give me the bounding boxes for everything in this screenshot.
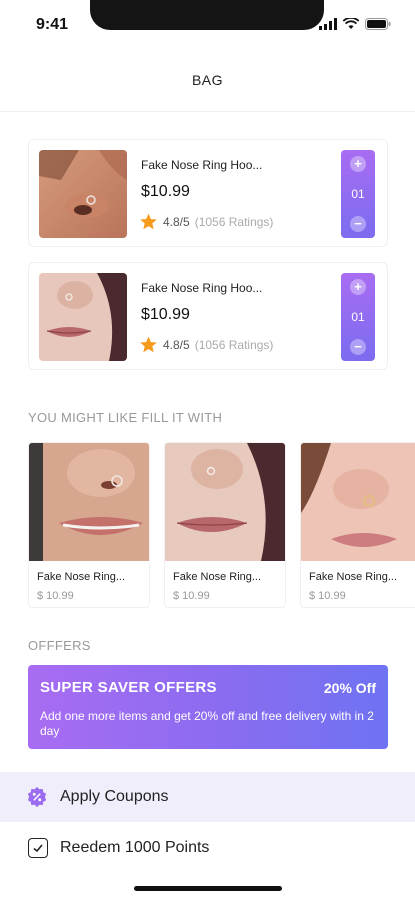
signal-icon <box>319 18 337 30</box>
suggested-product-price: $ 10.99 <box>309 590 346 602</box>
decrease-quantity-button[interactable]: − <box>350 216 366 232</box>
coupon-badge-icon <box>27 786 47 808</box>
product-title: Fake Nose Ring Hoo... <box>141 281 263 295</box>
cart-item[interactable]: Fake Nose Ring Hoo... $10.99 4.8/5 (1056… <box>28 262 388 370</box>
suggested-product-image <box>29 443 149 561</box>
status-bar: 9:41 <box>0 0 415 48</box>
rating-value: 4.8/5 <box>163 337 190 352</box>
offer-description: Add one more items and get 20% off and f… <box>40 709 374 738</box>
apply-coupons-label: Apply Coupons <box>60 788 169 805</box>
product-price: $10.99 <box>141 306 190 323</box>
suggested-product-price: $ 10.99 <box>173 590 210 602</box>
product-rating: 4.8/5 (1056 Ratings) <box>139 212 273 231</box>
decrease-quantity-button[interactable]: − <box>350 339 366 355</box>
suggestions-heading: YOU MIGHT LIKE FILL IT WITH <box>28 410 223 425</box>
suggested-product-name: Fake Nose Ring... <box>173 571 262 583</box>
suggested-product[interactable]: Fake Nose Ring... $ 10.99 <box>164 442 286 608</box>
rating-value: 4.8/5 <box>163 214 190 229</box>
quantity-stepper: + 01 − <box>341 150 375 238</box>
product-image <box>39 150 127 238</box>
quantity-value: 01 <box>351 187 365 201</box>
suggested-product-name: Fake Nose Ring... <box>37 571 126 583</box>
wifi-icon <box>343 18 359 29</box>
product-image <box>39 273 127 361</box>
offer-banner[interactable]: SUPER SAVER OFFERS 20% Off Add one more … <box>28 665 388 749</box>
quantity-stepper: + 01 − <box>341 273 375 361</box>
checkmark-icon <box>33 844 43 853</box>
redeem-points-row[interactable]: Reedem 1000 Points <box>0 824 415 872</box>
apply-coupons-button[interactable]: Apply Coupons <box>0 772 415 822</box>
star-icon <box>140 336 157 353</box>
status-icons <box>319 18 391 30</box>
cart-item[interactable]: Fake Nose Ring Hoo... $10.99 4.8/5 (1056… <box>28 139 388 247</box>
offers-heading: OFFFERS <box>28 638 91 653</box>
page-header: BAG <box>0 48 415 112</box>
rating-count: (1056 Ratings) <box>194 214 274 229</box>
offer-title: SUPER SAVER OFFERS <box>40 679 217 696</box>
home-indicator[interactable] <box>134 886 282 891</box>
device-notch <box>90 0 324 30</box>
redeem-points-label: Reedem 1000 Points <box>60 839 210 856</box>
suggested-product-name: Fake Nose Ring... <box>309 571 398 583</box>
rating-count: (1056 Ratings) <box>194 337 274 352</box>
offer-discount: 20% Off <box>323 680 376 696</box>
product-title: Fake Nose Ring Hoo... <box>141 158 263 172</box>
suggested-product[interactable]: Fake Nose Ring... $ 10.99 <box>28 442 150 608</box>
suggested-product-price: $ 10.99 <box>37 590 74 602</box>
increase-quantity-button[interactable]: + <box>350 279 366 295</box>
battery-icon <box>365 18 391 30</box>
page-title: BAG <box>191 71 224 88</box>
redeem-points-checkbox[interactable] <box>28 838 48 858</box>
product-rating: 4.8/5 (1056 Ratings) <box>139 335 273 354</box>
suggested-product[interactable]: Fake Nose Ring... $ 10.99 <box>300 442 415 608</box>
star-icon <box>140 213 157 230</box>
suggested-product-image <box>165 443 285 561</box>
status-time: 9:41 <box>36 16 69 33</box>
increase-quantity-button[interactable]: + <box>350 156 366 172</box>
quantity-value: 01 <box>351 310 365 324</box>
product-price: $10.99 <box>141 183 190 200</box>
suggested-product-image <box>301 443 415 561</box>
